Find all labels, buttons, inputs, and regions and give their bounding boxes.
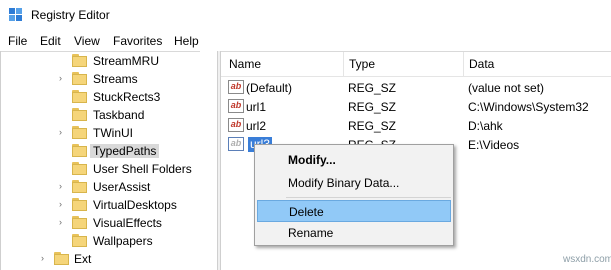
- folder-icon: [72, 108, 87, 121]
- tree-item-twinui[interactable]: › TWinUI: [0, 124, 217, 142]
- folder-icon: [72, 72, 87, 85]
- tree-item-stuckrects3[interactable]: StuckRects3: [0, 88, 217, 106]
- value-type: REG_SZ: [348, 100, 397, 114]
- tree-item-streammru[interactable]: StreamMRU: [0, 52, 217, 70]
- folder-icon: [72, 126, 87, 139]
- tree-item-userassist[interactable]: › UserAssist: [0, 178, 217, 196]
- chevron-right-icon[interactable]: ›: [56, 182, 65, 191]
- tree-item-wallpapers[interactable]: Wallpapers: [0, 232, 217, 250]
- menu-edit[interactable]: Edit: [40, 34, 61, 48]
- value-data: (value not set): [468, 81, 545, 95]
- tree-scrollbar[interactable]: [200, 51, 217, 270]
- tree-item-label: VirtualDesktops: [93, 198, 177, 212]
- chevron-right-icon[interactable]: ›: [56, 128, 65, 137]
- value-type: REG_SZ: [348, 119, 397, 133]
- menu-separator: [286, 197, 451, 198]
- tree-item-label: TWinUI: [93, 126, 133, 140]
- tree-item-ext[interactable]: › Ext: [0, 250, 217, 268]
- menu-favorites[interactable]: Favorites: [113, 34, 162, 48]
- folder-icon: [72, 198, 87, 211]
- column-separator[interactable]: [343, 52, 344, 76]
- menu-item-rename[interactable]: Rename: [257, 222, 451, 244]
- menu-file[interactable]: File: [8, 34, 27, 48]
- column-header-type[interactable]: Type: [349, 52, 375, 76]
- chevron-right-icon[interactable]: ›: [56, 218, 65, 227]
- tree-item-user-shell-folders[interactable]: User Shell Folders: [0, 160, 217, 178]
- window-title: Registry Editor: [31, 8, 110, 22]
- menu-view[interactable]: View: [74, 34, 100, 48]
- column-header-name[interactable]: Name: [229, 52, 261, 76]
- folder-icon: [72, 216, 87, 229]
- tree-item-label: Wallpapers: [93, 234, 153, 248]
- value-data: D:\ahk: [468, 119, 503, 133]
- menu-help[interactable]: Help: [174, 34, 199, 48]
- tree-item-typedpaths[interactable]: TypedPaths: [0, 142, 217, 160]
- chevron-right-icon[interactable]: ›: [38, 254, 47, 263]
- menu-item-modify[interactable]: Modify...: [257, 149, 451, 171]
- table-row[interactable]: ab (Default) REG_SZ (value not set): [221, 78, 611, 97]
- registry-icon: [9, 8, 22, 21]
- chevron-right-icon[interactable]: ›: [56, 200, 65, 209]
- table-row[interactable]: ab url2 REG_SZ D:\ahk: [221, 116, 611, 135]
- menu-bar: File Edit View Favorites Help: [0, 31, 611, 51]
- tree-item-label: UserAssist: [93, 180, 151, 194]
- folder-icon: [72, 162, 87, 175]
- folder-icon: [54, 252, 69, 265]
- string-value-icon: ab: [228, 118, 244, 132]
- value-name: (Default): [246, 81, 293, 95]
- tree-item-label: Taskband: [93, 108, 145, 122]
- menu-item-modify-binary[interactable]: Modify Binary Data...: [257, 172, 451, 194]
- table-row[interactable]: ab url1 REG_SZ C:\Windows\System32: [221, 97, 611, 116]
- value-type: REG_SZ: [348, 81, 397, 95]
- tree-item-taskband[interactable]: Taskband: [0, 106, 217, 124]
- string-value-icon: ab: [228, 137, 244, 151]
- column-header-data[interactable]: Data: [469, 52, 494, 76]
- tree-item-label: Streams: [93, 72, 138, 86]
- string-value-icon: ab: [228, 99, 244, 113]
- tree-item-virtualdesktops[interactable]: › VirtualDesktops: [0, 196, 217, 214]
- folder-icon: [72, 180, 87, 193]
- header-divider: [221, 76, 611, 77]
- tree-item-label: Ext: [74, 252, 92, 266]
- folder-icon: [72, 234, 87, 247]
- tree-item-label: User Shell Folders: [93, 162, 192, 176]
- context-menu: Modify... Modify Binary Data... Delete R…: [254, 144, 454, 246]
- tree-item-visualeffects[interactable]: › VisualEffects: [0, 214, 217, 232]
- watermark: wsxdn.com: [563, 254, 611, 265]
- chevron-right-icon[interactable]: ›: [56, 74, 65, 83]
- value-data: E:\Videos: [468, 138, 520, 152]
- tree-item-label: StuckRects3: [93, 90, 161, 104]
- folder-icon: [72, 90, 87, 103]
- tree-item-streams[interactable]: › Streams: [0, 70, 217, 88]
- folder-icon: [72, 144, 87, 157]
- folder-icon: [72, 54, 87, 67]
- tree-item-label: StreamMRU: [93, 54, 160, 68]
- column-separator[interactable]: [463, 52, 464, 76]
- tree-item-label: VisualEffects: [93, 216, 162, 230]
- value-name: url2: [246, 119, 267, 133]
- menu-item-delete[interactable]: Delete: [257, 200, 451, 222]
- value-data: C:\Windows\System32: [468, 100, 589, 114]
- tree-item-label: TypedPaths: [90, 144, 160, 158]
- title-bar: Registry Editor: [0, 0, 611, 31]
- value-name: url1: [246, 100, 267, 114]
- string-value-icon: ab: [228, 80, 244, 94]
